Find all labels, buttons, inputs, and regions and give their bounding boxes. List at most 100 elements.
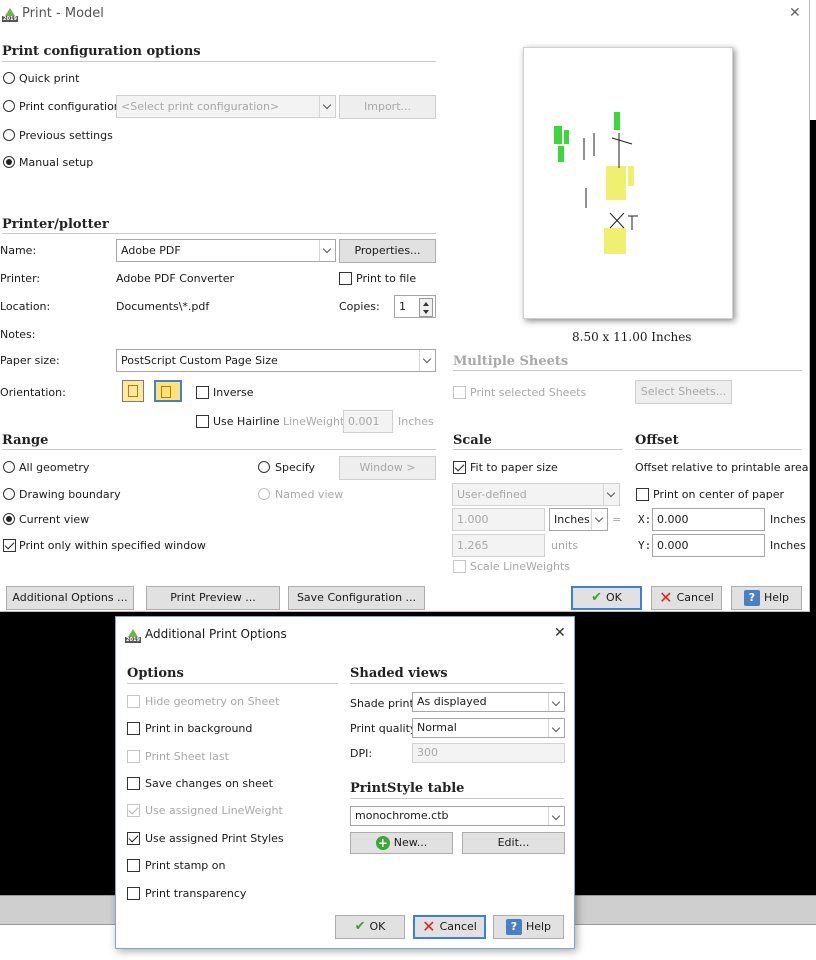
print-quality-select[interactable]: Normal: [412, 718, 565, 738]
shade-print-value: As displayed: [417, 695, 487, 708]
dialog-help-button[interactable]: ? Help: [493, 915, 564, 939]
offset-y-value: 0.000: [657, 539, 689, 552]
option-assigned-lineweight-checkbox[interactable]: [127, 804, 140, 817]
properties-button[interactable]: Properties...: [339, 239, 436, 263]
paper-size-label: Paper size:: [0, 354, 60, 367]
help-label: Help: [763, 591, 790, 604]
radio-quick-print[interactable]: [3, 72, 15, 84]
plus-icon: +: [375, 836, 390, 850]
print-selected-sheets-label: Print selected Sheets: [470, 386, 587, 399]
offset-y-input[interactable]: 0.000: [652, 534, 765, 557]
radio-print-configuration[interactable]: [3, 100, 15, 112]
dialog-ok-button[interactable]: ✔ OK: [335, 915, 405, 939]
radio-current-view[interactable]: [3, 513, 15, 525]
print-to-file-checkbox[interactable]: [339, 272, 352, 285]
help-button[interactable]: ? Help: [731, 586, 802, 610]
section-printer-heading: Printer/plotter: [2, 217, 109, 232]
radio-previous-settings[interactable]: [3, 129, 15, 141]
option-print-stamp-checkbox[interactable]: [127, 859, 140, 872]
portrait-orientation-icon[interactable]: [122, 380, 144, 402]
scale-unit1: Inches: [554, 513, 590, 526]
chevron-down-icon: [319, 96, 335, 117]
print-within-window-label: Print only within specified window: [19, 539, 206, 552]
printstyle-select[interactable]: monochrome.ctb: [350, 806, 565, 826]
printstyle-value: monochrome.ctb: [355, 809, 449, 822]
option-save-changes-label: Save changes on sheet: [145, 777, 273, 790]
radio-specify[interactable]: [258, 461, 270, 473]
option-hide-geometry-checkbox[interactable]: [127, 695, 140, 708]
label-manual-setup: Manual setup: [19, 156, 94, 169]
cancel-button[interactable]: ✕ Cancel: [651, 586, 722, 610]
radio-all-geometry[interactable]: [3, 461, 15, 473]
logo-year: 2019: [2, 16, 18, 22]
dialog-cancel-button[interactable]: ✕ Cancel: [413, 915, 486, 939]
select-sheets-button[interactable]: Select Sheets...: [635, 380, 732, 404]
print-preview-pane: [523, 47, 733, 319]
use-hairline-checkbox[interactable]: [196, 415, 209, 428]
window-button[interactable]: Window >: [339, 456, 436, 480]
x-icon: ✕: [422, 917, 436, 936]
app-logo-icon: 2019: [2, 8, 18, 22]
import-button[interactable]: Import...: [339, 95, 436, 119]
stepper-arrows-icon[interactable]: [419, 298, 433, 317]
fit-to-paper-checkbox[interactable]: [453, 461, 466, 474]
print-preview-button[interactable]: Print Preview ...: [146, 586, 280, 610]
radio-drawing-boundary[interactable]: [3, 488, 15, 500]
printer-name-select[interactable]: Adobe PDF: [116, 239, 336, 262]
print-selected-sheets-checkbox[interactable]: [453, 386, 466, 399]
scale-value1-input[interactable]: 1.000: [452, 508, 545, 531]
fit-to-paper-label: Fit to paper size: [470, 461, 558, 474]
edit-printstyle-button[interactable]: Edit...: [462, 832, 565, 854]
scale-unit-select[interactable]: Inches: [549, 508, 608, 531]
scale-select[interactable]: User-defined: [452, 483, 620, 506]
x-icon: ✕: [659, 588, 673, 607]
dialog-title: Additional Print Options: [145, 627, 287, 641]
option-assigned-print-styles-label: Use assigned Print Styles: [145, 832, 284, 845]
option-print-transparency-checkbox[interactable]: [127, 887, 140, 900]
new-printstyle-button[interactable]: + New...: [350, 832, 453, 854]
copies-stepper[interactable]: 1: [394, 295, 436, 318]
ok-label: OK: [606, 591, 622, 604]
print-on-center-checkbox[interactable]: [636, 488, 649, 501]
offset-relative-text: Offset relative to printable area: [635, 461, 809, 474]
save-configuration-button[interactable]: Save Configuration ...: [288, 586, 425, 610]
label-specify: Specify: [275, 461, 316, 474]
label-drawing-boundary: Drawing boundary: [19, 488, 121, 501]
print-to-file-label: Print to file: [356, 272, 417, 285]
option-print-background-checkbox[interactable]: [127, 722, 140, 735]
scale-lineweights-checkbox[interactable]: [453, 560, 466, 573]
dpi-label: DPI:: [350, 747, 373, 760]
shade-print-select[interactable]: As displayed: [412, 692, 565, 712]
section-offset-heading: Offset: [635, 433, 679, 448]
paper-size-select[interactable]: PostScript Custom Page Size: [116, 349, 436, 372]
lineweight-input[interactable]: 0.001: [343, 410, 393, 433]
radio-manual-setup[interactable]: [3, 156, 15, 168]
ok-button[interactable]: ✔ OK: [571, 586, 642, 610]
label-all-geometry: All geometry: [19, 461, 90, 474]
printstyle-heading: PrintStyle table: [350, 781, 465, 796]
dpi-input[interactable]: 300: [412, 743, 565, 763]
orientation-label: Orientation:: [0, 386, 66, 399]
close-icon[interactable]: ✕: [789, 6, 801, 20]
dialog-close-icon[interactable]: ✕: [554, 626, 566, 640]
landscape-orientation-icon[interactable]: [154, 380, 182, 402]
print-config-select[interactable]: <Select print configuration>: [116, 95, 336, 118]
divider: [2, 233, 436, 234]
option-save-changes-checkbox[interactable]: [127, 777, 140, 790]
copies-label: Copies:: [339, 300, 380, 313]
offset-x-input[interactable]: 0.000: [652, 508, 765, 531]
help-icon: ?: [743, 590, 760, 606]
inverse-checkbox[interactable]: [196, 386, 209, 399]
chevron-down-icon: [319, 240, 335, 261]
option-print-sheet-last-checkbox[interactable]: [127, 750, 140, 763]
radio-named-view[interactable]: [258, 488, 270, 500]
divider: [453, 370, 802, 371]
new-label: New...: [393, 836, 428, 849]
option-assigned-print-styles-checkbox[interactable]: [127, 832, 140, 845]
scale-value2-input[interactable]: 1.265: [452, 534, 545, 557]
print-within-window-checkbox[interactable]: [3, 539, 16, 552]
additional-options-button[interactable]: Additional Options ...: [6, 586, 134, 610]
inverse-label: Inverse: [213, 386, 254, 399]
print-quality-value: Normal: [417, 721, 457, 734]
preview-drawing: [554, 112, 638, 254]
